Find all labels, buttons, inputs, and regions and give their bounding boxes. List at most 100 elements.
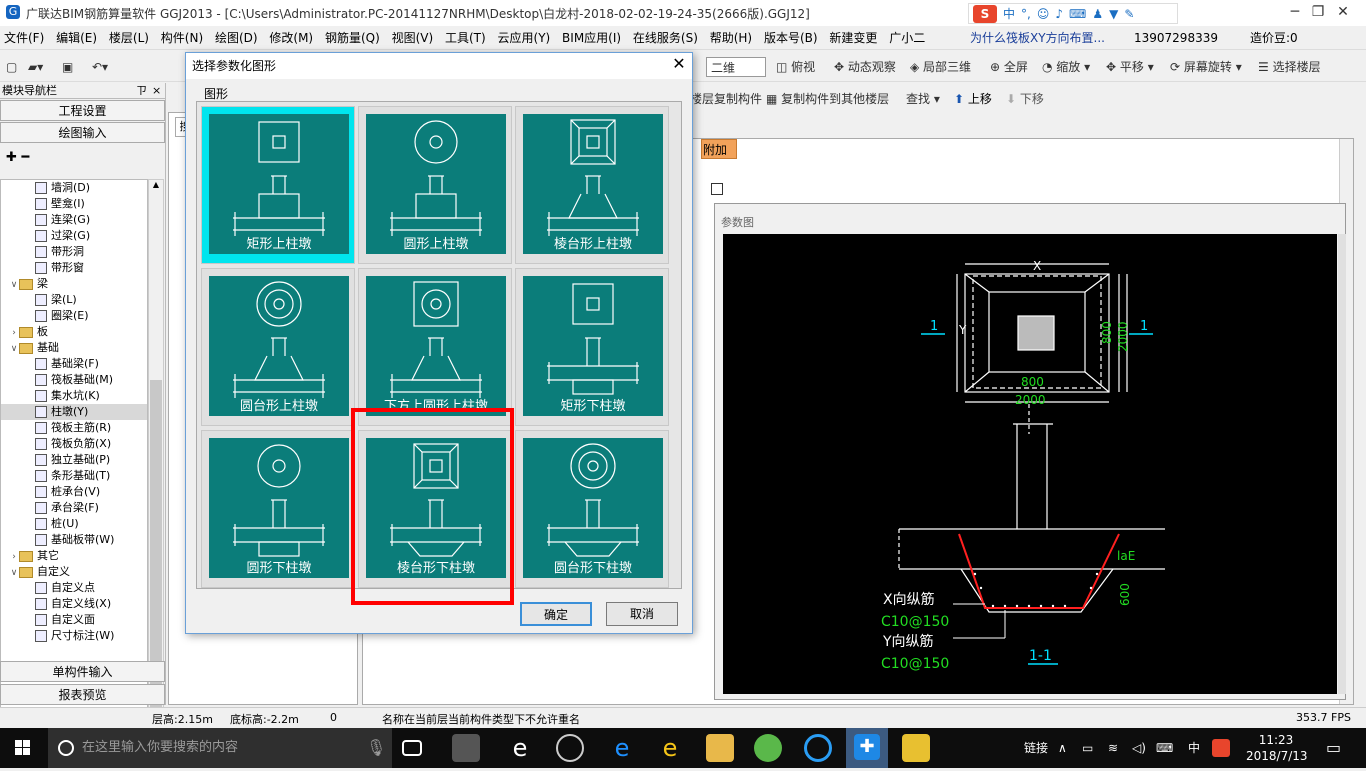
keyboard-icon[interactable]: ⌨ [1069,7,1086,21]
project-settings-button[interactable]: 工程设置 [0,100,165,121]
phone-account[interactable]: 13907298339 [1130,26,1222,50]
tree-item[interactable]: 筏板负筋(X) [1,436,147,452]
expand-chevron-icon[interactable]: › [9,549,19,565]
shape-option[interactable]: 下方上圆形上柱墩 [358,268,512,426]
tree-item[interactable]: ∨ 梁 [1,276,147,292]
dialog-close-icon[interactable]: ✕ [666,53,692,77]
top-view-button[interactable]: ◫ 俯视 [776,57,815,77]
wrench-icon[interactable]: ✎ [1124,7,1134,21]
pinwheel-app-icon[interactable] [452,734,480,762]
shape-preview-tile[interactable]: 棱台形上柱墩 [523,114,663,254]
tree-vertical-scrollbar[interactable]: ▲ ▼ [148,179,164,724]
menu-version[interactable]: 版本号(B) [760,26,822,50]
collapse-chevron-icon[interactable]: ∨ [9,565,19,581]
zoom-button[interactable]: ◔ 缩放 ▾ [1042,57,1090,77]
tray-expand-icon[interactable]: ∧ [1058,728,1067,768]
shape-option[interactable]: 矩形下柱墩 [515,268,669,426]
shape-preview-tile[interactable]: 圆形下柱墩 [209,438,349,578]
dynamic-view-button[interactable]: ✥ 动态观察 [834,57,896,77]
move-up-button[interactable]: ⬆ 上移 [954,89,992,109]
tree-item[interactable]: 带形洞 [1,244,147,260]
close-button[interactable]: ✕ [1320,0,1366,26]
open-folder-icon[interactable]: ▰▾ [28,57,43,77]
tree-item[interactable]: 梁(L) [1,292,147,308]
tree-item[interactable]: 柱墩(Y) [1,404,147,420]
copy-floor-button[interactable]: 楼层复制构件 [690,89,762,109]
menu-tools[interactable]: 工具(T) [441,26,490,50]
save-icon[interactable]: ▣ [62,57,73,77]
menu-cloud[interactable]: 云应用(Y) [494,26,555,50]
local-3d-button[interactable]: ◈ 局部三维 [910,57,971,77]
tree-item[interactable]: 壁龛(I) [1,196,147,212]
browser-spiral-icon[interactable] [556,734,584,762]
menu-guangxiaoer[interactable]: 广小二 [885,26,929,50]
menu-modify[interactable]: 修改(M) [265,26,317,50]
task-view-icon[interactable] [402,740,422,756]
component-tree[interactable]: 墙洞(D) 壁龛(I) 连梁(G) 过梁(G) 带形洞 带形窗 ∨ 梁梁(L) 圈梁(E) › 板 ∨… [0,179,148,724]
shape-preview-tile[interactable]: 下方上圆形上柱墩 [366,276,506,416]
collapse-chevron-icon[interactable]: ∨ [9,277,19,293]
sogou-logo-icon[interactable]: S [973,4,997,23]
tree-item[interactable]: 基础板带(W) [1,532,147,548]
ie-icon[interactable]: e [656,734,684,762]
menu-component[interactable]: 构件(N) [157,26,207,50]
tree-item[interactable]: 带形窗 [1,260,147,276]
taskbar-search-box[interactable]: 在这里输入你要搜索的内容 [48,728,392,768]
shape-option[interactable]: 圆台形下柱墩 [515,430,669,588]
user-icon[interactable]: ♟ [1092,7,1103,21]
keyboard-tray-icon[interactable]: ⌨ [1156,728,1173,768]
emoji-icon[interactable]: ☺ [1037,7,1050,21]
copy-to-other-floor-button[interactable]: ▦ 复制构件到其他楼层 [766,89,889,109]
undo-icon[interactable]: ↶▾ [92,57,108,77]
shape-preview-tile[interactable]: 矩形下柱墩 [523,276,663,416]
battery-icon[interactable]: ▭ [1082,728,1093,768]
tree-item[interactable]: ∨ 基础 [1,340,147,356]
extra-checkbox[interactable] [711,183,723,195]
punctuation-icon[interactable]: °, [1021,7,1031,21]
tree-item[interactable]: › 板 [1,324,147,340]
360-browser-icon[interactable] [754,734,782,762]
tree-item[interactable]: 独立基础(P) [1,452,147,468]
collapse-all-icon[interactable]: ━ [21,150,29,165]
drawing-input-button[interactable]: 绘图输入 [0,122,165,143]
question-link[interactable]: 为什么筏板XY方向布置... [966,26,1109,50]
shape-preview-tile[interactable]: 圆台形上柱墩 [209,276,349,416]
input-lang-indicator[interactable]: 中 [1188,728,1200,768]
link-tray-label[interactable]: 链接 [1024,728,1048,768]
tree-item[interactable]: ∨ 自定义 [1,564,147,580]
menu-edit[interactable]: 编辑(E) [52,26,101,50]
tree-item[interactable]: 自定义线(X) [1,596,147,612]
find-button[interactable]: 查找 ▾ [906,89,940,109]
menu-draw[interactable]: 绘图(D) [211,26,262,50]
select-floor-button[interactable]: ☰ 选择楼层 [1258,57,1321,77]
tree-item[interactable]: 自定义面 [1,612,147,628]
pan-button[interactable]: ✥ 平移 ▾ [1106,57,1154,77]
tree-item[interactable]: 圈梁(E) [1,308,147,324]
tree-item[interactable]: 集水坑(K) [1,388,147,404]
wifi-icon[interactable]: ≋ [1108,728,1118,768]
notes-app-icon[interactable] [902,734,930,762]
menu-floor[interactable]: 楼层(L) [105,26,153,50]
report-preview-button[interactable]: 报表预览 [0,684,165,705]
edge-icon[interactable]: e [608,734,636,762]
menu-new-change[interactable]: 新建变更 [825,26,881,50]
tree-item[interactable]: 筏板基础(M) [1,372,147,388]
mic-icon[interactable]: 🎙 [366,738,386,757]
shape-preview-tile[interactable]: 圆形上柱墩 [366,114,506,254]
move-down-button[interactable]: ⬇ 下移 [1006,89,1044,109]
tree-item[interactable]: 基础梁(F) [1,356,147,372]
tree-item[interactable]: 过梁(G) [1,228,147,244]
notification-icon[interactable]: ▭ [1326,728,1341,768]
ggj-app-taskbar-button[interactable]: ✚ [846,728,888,768]
shape-option[interactable]: 圆形下柱墩 [201,430,355,588]
clock[interactable]: 11:23 2018/7/13 [1246,732,1308,764]
shape-preview-tile[interactable]: 矩形上柱墩 [209,114,349,254]
shirt-icon[interactable]: ▼ [1109,7,1118,21]
cancel-button[interactable]: 取消 [606,602,678,626]
rotate-button[interactable]: ⟳ 屏幕旋转 ▾ [1170,57,1242,77]
file-explorer-icon[interactable] [706,734,734,762]
fullscreen-button[interactable]: ⊕ 全屏 [990,57,1028,77]
menu-bim[interactable]: BIM应用(I) [558,26,625,50]
mic-icon[interactable]: ♪ [1055,7,1063,21]
view-mode-select[interactable]: 二维 [706,57,766,77]
